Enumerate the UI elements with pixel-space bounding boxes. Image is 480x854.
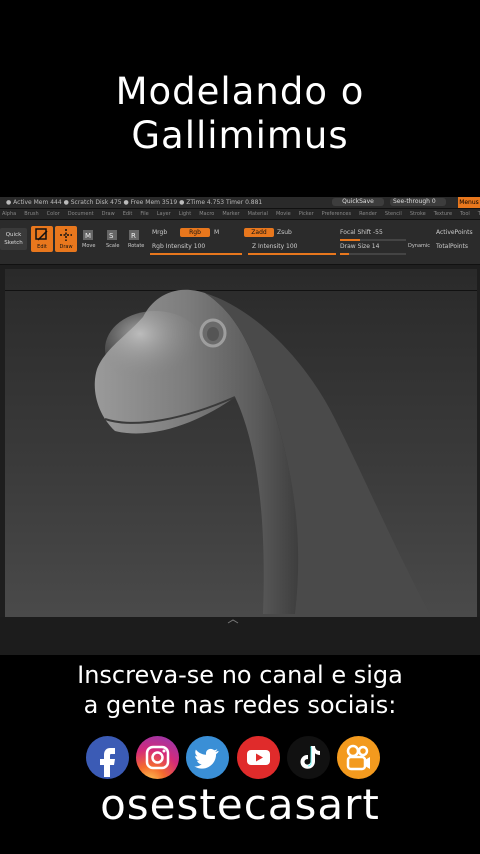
svg-text:R: R: [131, 232, 136, 240]
menu-item-preferences[interactable]: Preferences: [322, 211, 351, 217]
rotate-icon: R: [129, 230, 139, 240]
draw-icon: [60, 229, 72, 241]
svg-text:M: M: [85, 232, 91, 240]
menu-item-draw[interactable]: Draw: [102, 211, 115, 217]
menu-item-file[interactable]: File: [140, 211, 148, 217]
zsub-button[interactable]: Zsub: [277, 229, 292, 236]
menu-item-stencil[interactable]: Stencil: [385, 211, 402, 217]
memory-info: ● Active Mem 444 ● Scratch Disk 475 ● Fr…: [6, 199, 263, 206]
mrgb-button[interactable]: Mrgb: [152, 229, 167, 236]
menu-item-picker[interactable]: Picker: [299, 211, 314, 217]
menu-item-light[interactable]: Light: [179, 211, 191, 217]
zbrush-bottom-bar: [0, 617, 480, 655]
social-icons-row: [86, 736, 386, 780]
youtube-icon[interactable]: [237, 736, 280, 779]
z-intensity-slider[interactable]: [248, 253, 336, 255]
z-intensity-fill: [248, 253, 336, 255]
channel-handle: osestecasart: [100, 780, 380, 829]
svg-text:S: S: [109, 232, 114, 240]
menu-item-color[interactable]: Color: [47, 211, 60, 217]
menu-item-stroke[interactable]: Stroke: [410, 211, 426, 217]
gallimimus-head-model: [94, 289, 430, 614]
menu-item-brush[interactable]: Brush: [24, 211, 38, 217]
zbrush-status-bar: ● Active Mem 444 ● Scratch Disk 475 ● Fr…: [0, 197, 480, 209]
draw-size-slider[interactable]: [340, 253, 406, 255]
menu-item-movie[interactable]: Movie: [276, 211, 291, 217]
facebook-icon[interactable]: [86, 736, 129, 779]
edit-button[interactable]: Edit: [31, 226, 53, 252]
active-points-label: ActivePoints: [436, 229, 473, 236]
menu-item-marker[interactable]: Marker: [222, 211, 239, 217]
move-label: Move: [82, 243, 96, 249]
zbrush-top-shelf: Quick Sketch Edit Draw M Move S Scale R …: [0, 220, 480, 265]
draw-button[interactable]: Draw: [55, 226, 77, 252]
video-title: Modelando o Gallimimus: [0, 70, 480, 158]
menu-item-macro[interactable]: Macro: [199, 211, 214, 217]
see-through-slider[interactable]: See-through 0: [390, 198, 446, 206]
quick-sketch-button[interactable]: Quick Sketch: [0, 228, 27, 250]
quicksave-button[interactable]: QuickSave: [332, 198, 384, 206]
rotate-label: Rotate: [128, 243, 145, 249]
rgb-intensity-slider[interactable]: [150, 253, 242, 255]
chevron-up-icon[interactable]: [226, 619, 240, 624]
zbrush-menu-bar: Alpha Brush Color Document Draw Edit File Layer…: [0, 209, 480, 220]
title-line-1: Modelando o: [115, 70, 365, 113]
scale-button[interactable]: S Scale: [106, 229, 119, 249]
draw-size-label: Draw Size 14: [340, 243, 380, 250]
z-intensity-label: Z Intensity 100: [252, 243, 298, 250]
focal-shift-label: Focal Shift -55: [340, 229, 383, 236]
menu-item-document[interactable]: Document: [68, 211, 94, 217]
rgb-intensity-fill: [150, 253, 242, 255]
menu-item-tool[interactable]: Tool: [460, 211, 470, 217]
move-icon: M: [83, 230, 93, 240]
instagram-icon[interactable]: [136, 736, 179, 779]
tiktok-icon[interactable]: [287, 736, 330, 779]
m-button[interactable]: M: [214, 229, 219, 236]
menu-item-edit[interactable]: Edit: [123, 211, 133, 217]
rotate-button[interactable]: R Rotate: [128, 229, 144, 249]
edit-label: Edit: [37, 244, 47, 250]
subscribe-line-2: a gente nas redes sociais:: [83, 691, 397, 719]
menus-toggle-button[interactable]: Menus: [458, 197, 480, 208]
scale-label: Scale: [106, 243, 120, 249]
draw-label: Draw: [59, 244, 73, 250]
move-button[interactable]: M Move: [82, 229, 95, 249]
subscribe-text: Inscreva-se no canal e siga a gente nas …: [0, 660, 480, 720]
title-line-2: Gallimimus: [131, 114, 349, 157]
scale-icon: S: [107, 230, 117, 240]
menu-item-layer[interactable]: Layer: [157, 211, 171, 217]
rgb-button[interactable]: Rgb: [180, 228, 210, 237]
menu-item-render[interactable]: Render: [359, 211, 377, 217]
menu-item-texture[interactable]: Texture: [434, 211, 452, 217]
dynamic-button[interactable]: Dynamic: [408, 243, 430, 249]
menu-item-material[interactable]: Material: [248, 211, 268, 217]
total-points-label: TotalPoints: [436, 243, 469, 250]
edit-icon: [35, 228, 48, 241]
menu-item-alpha[interactable]: Alpha: [2, 211, 16, 217]
subscribe-line-1: Inscreva-se no canal e siga: [77, 661, 403, 689]
rgb-intensity-label: Rgb Intensity 100: [152, 243, 206, 250]
focal-shift-slider[interactable]: [340, 239, 406, 241]
kwai-icon[interactable]: [337, 736, 380, 779]
zbrush-canvas[interactable]: [5, 269, 477, 617]
zbrush-window: ● Active Mem 444 ● Scratch Disk 475 ● Fr…: [0, 197, 480, 655]
zadd-button[interactable]: Zadd: [244, 228, 274, 237]
twitter-icon[interactable]: [186, 736, 229, 779]
